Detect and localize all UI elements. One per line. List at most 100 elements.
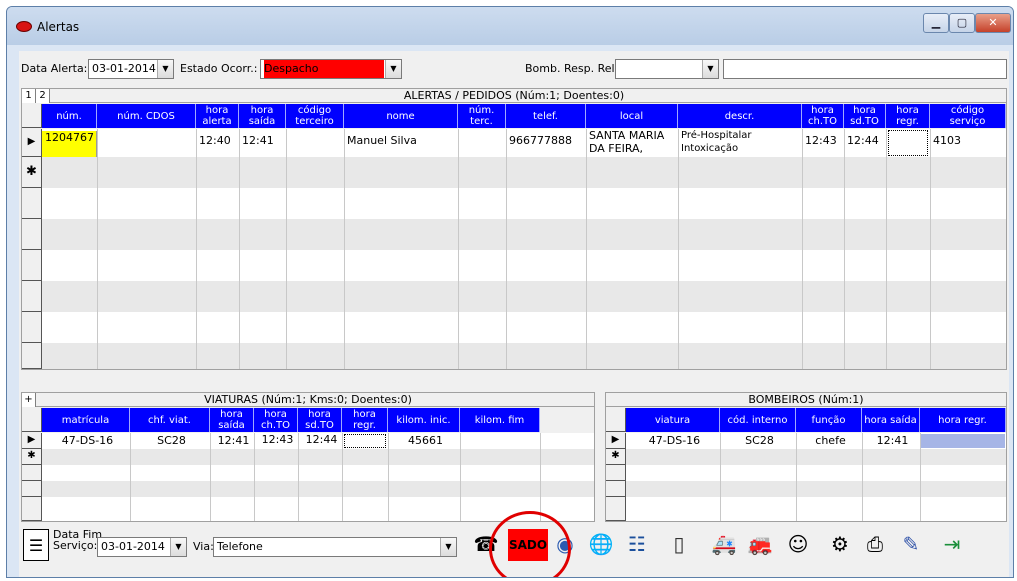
printer-icon[interactable]: ⎙	[860, 529, 890, 559]
ambulance-icon[interactable]: 🚑	[709, 529, 739, 559]
col-kilom-fim[interactable]: kilom. fim	[460, 408, 540, 432]
chevron-down-icon[interactable]: ▼	[702, 60, 718, 78]
cell-hora-saida[interactable]: 12:41	[239, 134, 286, 147]
fire-truck-icon[interactable]: 🚒	[745, 529, 775, 559]
col-descr[interactable]: descr.	[678, 104, 802, 128]
col-codigo-servico[interactable]: código serviço	[930, 104, 1006, 128]
col-num[interactable]: núm.	[42, 104, 97, 128]
col-hora-sdto[interactable]: hora sd.TO	[298, 408, 342, 432]
estado-select[interactable]: Despacho ▼	[260, 59, 402, 79]
close-button[interactable]: ✕	[975, 13, 1011, 33]
cell-viatura[interactable]: 47-DS-16	[626, 434, 720, 447]
exit-door-icon[interactable]: ⇥	[937, 529, 967, 559]
chevron-down-icon[interactable]: ▼	[170, 538, 186, 556]
via-select[interactable]: Telefone ▼	[213, 537, 457, 557]
cell-hora-regr[interactable]	[888, 130, 928, 156]
table-row-new[interactable]	[42, 449, 594, 465]
chevron-down-icon[interactable]: ▼	[440, 538, 456, 556]
cell-hora-chto[interactable]: 12:43	[254, 433, 298, 446]
minimize-button[interactable]: ▁	[923, 13, 949, 33]
expand-button[interactable]: +	[22, 393, 36, 407]
sado-button[interactable]: SADO	[508, 529, 548, 561]
table-row-empty	[42, 219, 1006, 250]
cell-local[interactable]: SANTA MARIA DA FEIRA,	[586, 129, 678, 155]
col-num-cdos[interactable]: núm. CDOS	[97, 104, 196, 128]
document-icon[interactable]: ☰	[23, 529, 49, 561]
col-viatura[interactable]: viatura	[626, 408, 720, 432]
cell-nome[interactable]: Manuel Silva	[344, 134, 458, 147]
col-telef[interactable]: telef.	[506, 104, 586, 128]
col-hora-saida[interactable]: hora saída	[239, 104, 286, 128]
col-local[interactable]: local	[586, 104, 678, 128]
chevron-down-icon[interactable]: ▼	[157, 60, 173, 78]
firefighter-icon[interactable]: ☺	[783, 529, 813, 559]
col-hora-saida[interactable]: hora saída	[210, 408, 254, 432]
col-hora-alerta[interactable]: hora alerta	[196, 104, 239, 128]
tab-1[interactable]: 1	[22, 89, 36, 103]
table-row-empty	[42, 281, 1006, 312]
globe-icon[interactable]: 🌐	[586, 529, 616, 559]
cell-hora-regr[interactable]	[921, 434, 1005, 448]
disc-icon[interactable]: ◉	[550, 529, 580, 559]
col-nome[interactable]: nome	[344, 104, 458, 128]
col-funcao[interactable]: função	[796, 408, 862, 432]
row-pointer-icon[interactable]: ▶	[606, 433, 626, 449]
col-hora-sdto[interactable]: hora sd.TO	[844, 104, 886, 128]
col-chf-viat[interactable]: chf. viat.	[130, 408, 210, 432]
cell-hora-saida[interactable]: 12:41	[862, 434, 920, 447]
row-pointer-icon[interactable]: ▶	[22, 129, 42, 157]
col-cod-interno[interactable]: cód. interno	[720, 408, 796, 432]
cell-matricula[interactable]: 47-DS-16	[42, 434, 130, 447]
col-hora-regr[interactable]: hora regr.	[886, 104, 930, 128]
via-value: Telefone	[217, 540, 263, 553]
alertas-caption: ALERTAS / PEDIDOS (Núm:1; Doentes:0)	[22, 89, 1006, 103]
cell-hora-alerta[interactable]: 12:40	[196, 134, 239, 147]
col-hora-saida[interactable]: hora saída	[862, 408, 920, 432]
maximize-button[interactable]: ▢	[949, 13, 975, 33]
cell-hora-saida[interactable]: 12:41	[210, 434, 254, 447]
cell-hora-regr[interactable]	[344, 434, 386, 448]
cell-kilom-inic[interactable]: 45661	[388, 434, 460, 447]
cell-chf-viat[interactable]: SC28	[130, 434, 210, 447]
col-hora-regr[interactable]: hora regr.	[920, 408, 1006, 432]
col-hora-chto[interactable]: hora ch.TO	[254, 408, 298, 432]
table-row-empty	[42, 343, 1006, 369]
bomb-resp-name-field[interactable]	[723, 59, 1007, 79]
col-hora-regr[interactable]: hora regr.	[342, 408, 388, 432]
tab-2[interactable]: 2	[36, 89, 50, 103]
via-label: Via:	[193, 540, 214, 553]
cell-hora-sdto[interactable]: 12:44	[298, 433, 342, 446]
data-alerta-select[interactable]: 03-01-2014 ▼	[88, 59, 174, 79]
col-matricula[interactable]: matrícula	[42, 408, 130, 432]
table-row-new[interactable]	[42, 157, 1006, 188]
bomb-resp-select[interactable]: ▼	[615, 59, 719, 79]
col-codigo-terceiro[interactable]: código terceiro	[286, 104, 344, 128]
col-hora-chto[interactable]: hora ch.TO	[802, 104, 844, 128]
row-pointer-icon[interactable]: ▶	[22, 433, 42, 449]
cell-descr[interactable]: Pré-Hospitalar Intoxicação	[678, 129, 802, 155]
cell-telef[interactable]: 966777888	[506, 134, 586, 147]
cell-funcao[interactable]: chefe	[796, 434, 862, 447]
title-bar: Alertas ▁ ▢ ✕	[7, 7, 1013, 45]
table-row-new[interactable]	[626, 449, 1006, 465]
bombeiros-caption: BOMBEIROS (Núm:1)	[606, 393, 1006, 407]
col-kilom-inic[interactable]: kilom. inic.	[388, 408, 460, 432]
mobile-icon[interactable]: ▯	[664, 529, 694, 559]
list-sync-icon[interactable]: ☷	[622, 529, 652, 559]
cell-hora-sdto[interactable]: 12:44	[844, 134, 886, 147]
edit-signature-icon[interactable]: ✎	[896, 529, 926, 559]
new-row-icon[interactable]: ✱	[606, 449, 626, 465]
new-row-icon[interactable]: ✱	[22, 157, 42, 188]
filter-bar: Data Alerta: 03-01-2014 ▼ Estado Ocorr.:…	[19, 59, 1009, 81]
new-row-icon[interactable]: ✱	[22, 449, 42, 465]
cell-hora-chto[interactable]: 12:43	[802, 134, 844, 147]
data-alerta-label: Data Alerta:	[21, 62, 88, 75]
data-fim-select[interactable]: 03-01-2014 ▼	[97, 537, 187, 557]
cell-num[interactable]: 1204767	[42, 131, 97, 157]
hand-phone-icon[interactable]: ☎	[471, 529, 501, 559]
chevron-down-icon[interactable]: ▼	[385, 60, 401, 78]
cell-cod-interno[interactable]: SC28	[720, 434, 796, 447]
tools-icon[interactable]: ⚙	[825, 529, 855, 559]
col-num-terc[interactable]: núm. terc.	[458, 104, 506, 128]
cell-codigo-servico[interactable]: 4103	[930, 134, 1006, 147]
